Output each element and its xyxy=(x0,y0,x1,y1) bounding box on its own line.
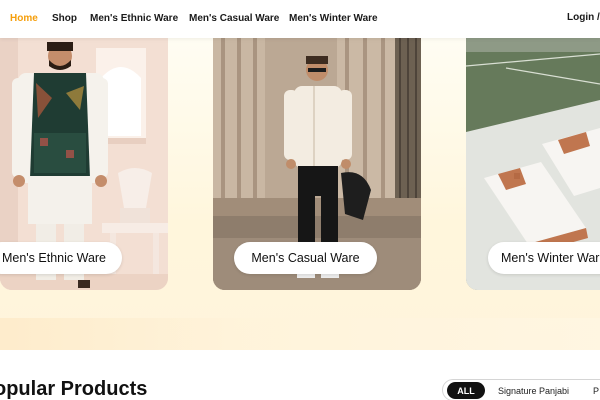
category-label-ethnic[interactable]: Men's Ethnic Ware xyxy=(0,242,122,274)
nav-shop-link[interactable]: Shop xyxy=(52,13,77,24)
category-card-casual[interactable]: Men's Casual Ware xyxy=(213,38,421,290)
category-label-casual[interactable]: Men's Casual Ware xyxy=(234,242,377,274)
login-link[interactable]: Login / xyxy=(567,12,600,23)
filter-tab-all[interactable]: ALL xyxy=(447,382,485,399)
nav-winter-link[interactable]: Men's Winter Ware xyxy=(289,13,378,24)
nav-ethnic-link[interactable]: Men's Ethnic Ware xyxy=(90,13,178,24)
top-navbar: Home Shop Men's Ethnic Ware Men's Casual… xyxy=(0,0,600,38)
filter-tab-next[interactable]: P xyxy=(593,386,599,396)
nav-casual-link[interactable]: Men's Casual Ware xyxy=(189,13,279,24)
category-label-winter[interactable]: Men's Winter Ware xyxy=(488,242,600,274)
category-card-ethnic[interactable]: Men's Ethnic Ware xyxy=(0,38,168,290)
nav-home-link[interactable]: Home xyxy=(10,13,38,24)
category-card-winter[interactable]: Men's Winter Ware xyxy=(466,38,600,290)
popular-products-title: opular Products xyxy=(0,378,148,400)
filter-tab-signature-panjabi[interactable]: Signature Panjabi xyxy=(498,386,569,396)
